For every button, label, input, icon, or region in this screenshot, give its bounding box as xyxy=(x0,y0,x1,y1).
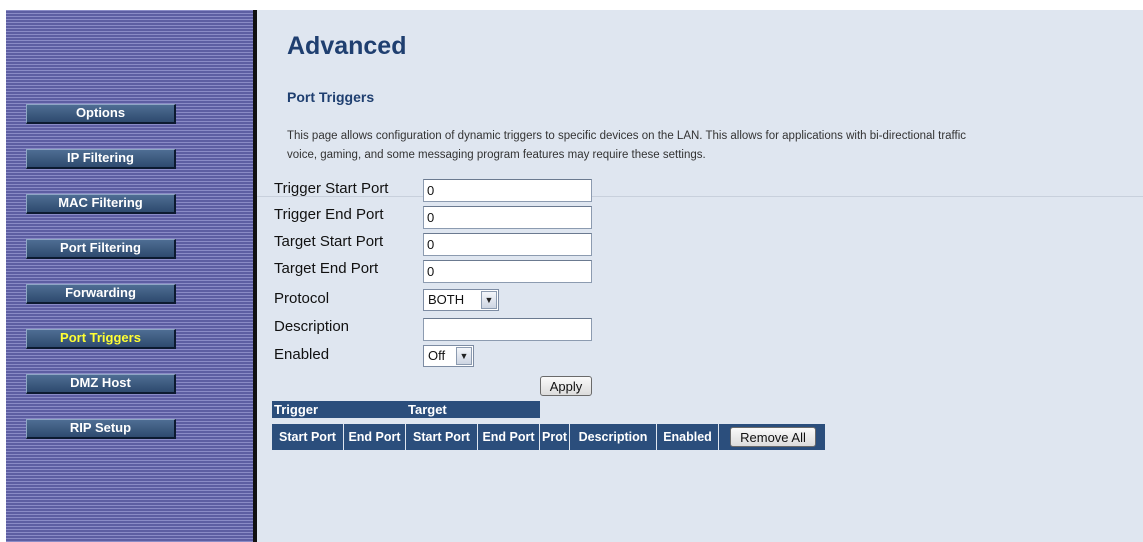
sidebar-item-mac-filtering[interactable]: MAC Filtering xyxy=(26,194,176,214)
page-description: This page allows configuration of dynami… xyxy=(287,127,1143,165)
column-enabled: Enabled xyxy=(657,424,719,450)
protocol-select[interactable]: BOTH ▼ xyxy=(423,289,499,311)
main-panel: Advanced Port Triggers This page allows … xyxy=(257,10,1143,542)
target-group-header: Target xyxy=(406,401,540,418)
triggers-table-header: Start Port End Port Start Port End Port … xyxy=(272,424,825,450)
enabled-select[interactable]: Off ▼ xyxy=(423,345,474,367)
trigger-start-port-input[interactable] xyxy=(423,179,592,202)
sidebar: Options IP Filtering MAC Filtering Port … xyxy=(6,10,253,542)
column-trigger-end-port: End Port xyxy=(344,424,406,450)
apply-button[interactable]: Apply xyxy=(540,376,592,396)
trigger-group-header: Trigger xyxy=(272,401,406,418)
sidebar-item-rip-setup[interactable]: RIP Setup xyxy=(26,419,176,439)
target-start-port-label: Target Start Port xyxy=(274,233,384,250)
protocol-selected-value: BOTH xyxy=(428,292,465,307)
chevron-down-icon[interactable]: ▼ xyxy=(481,291,497,309)
sidebar-item-ip-filtering[interactable]: IP Filtering xyxy=(26,149,176,169)
trigger-start-port-label: Trigger Start Port xyxy=(274,180,389,197)
sidebar-item-options[interactable]: Options xyxy=(26,104,176,124)
description-label: Description xyxy=(274,318,350,335)
page-title: Advanced xyxy=(287,32,407,60)
chevron-down-icon[interactable]: ▼ xyxy=(456,347,472,365)
column-target-end-port: End Port xyxy=(478,424,540,450)
sidebar-item-port-filtering[interactable]: Port Filtering xyxy=(26,239,176,259)
column-trigger-start-port: Start Port xyxy=(272,424,344,450)
column-description: Description xyxy=(570,424,657,450)
target-end-port-label: Target End Port xyxy=(274,260,379,277)
target-end-port-input[interactable] xyxy=(423,260,592,283)
description-line-2: voice, gaming, and some messaging progra… xyxy=(287,149,706,161)
enabled-selected-value: Off xyxy=(428,348,446,363)
remove-all-button[interactable]: Remove All xyxy=(730,427,816,447)
section-title: Port Triggers xyxy=(287,89,375,105)
description-input[interactable] xyxy=(423,318,592,341)
description-line-1: This page allows configuration of dynami… xyxy=(287,130,967,142)
sidebar-item-port-triggers[interactable]: Port Triggers xyxy=(26,329,176,349)
enabled-label: Enabled xyxy=(274,346,330,363)
column-target-start-port: Start Port xyxy=(406,424,478,450)
trigger-end-port-label: Trigger End Port xyxy=(274,206,384,223)
header-divider xyxy=(257,196,1143,197)
target-start-port-input[interactable] xyxy=(423,233,592,256)
sidebar-item-forwarding[interactable]: Forwarding xyxy=(26,284,176,304)
protocol-label: Protocol xyxy=(274,290,330,307)
column-protocol: Prot xyxy=(540,424,570,450)
trigger-end-port-input[interactable] xyxy=(423,206,592,229)
sidebar-item-dmz-host[interactable]: DMZ Host xyxy=(26,374,176,394)
